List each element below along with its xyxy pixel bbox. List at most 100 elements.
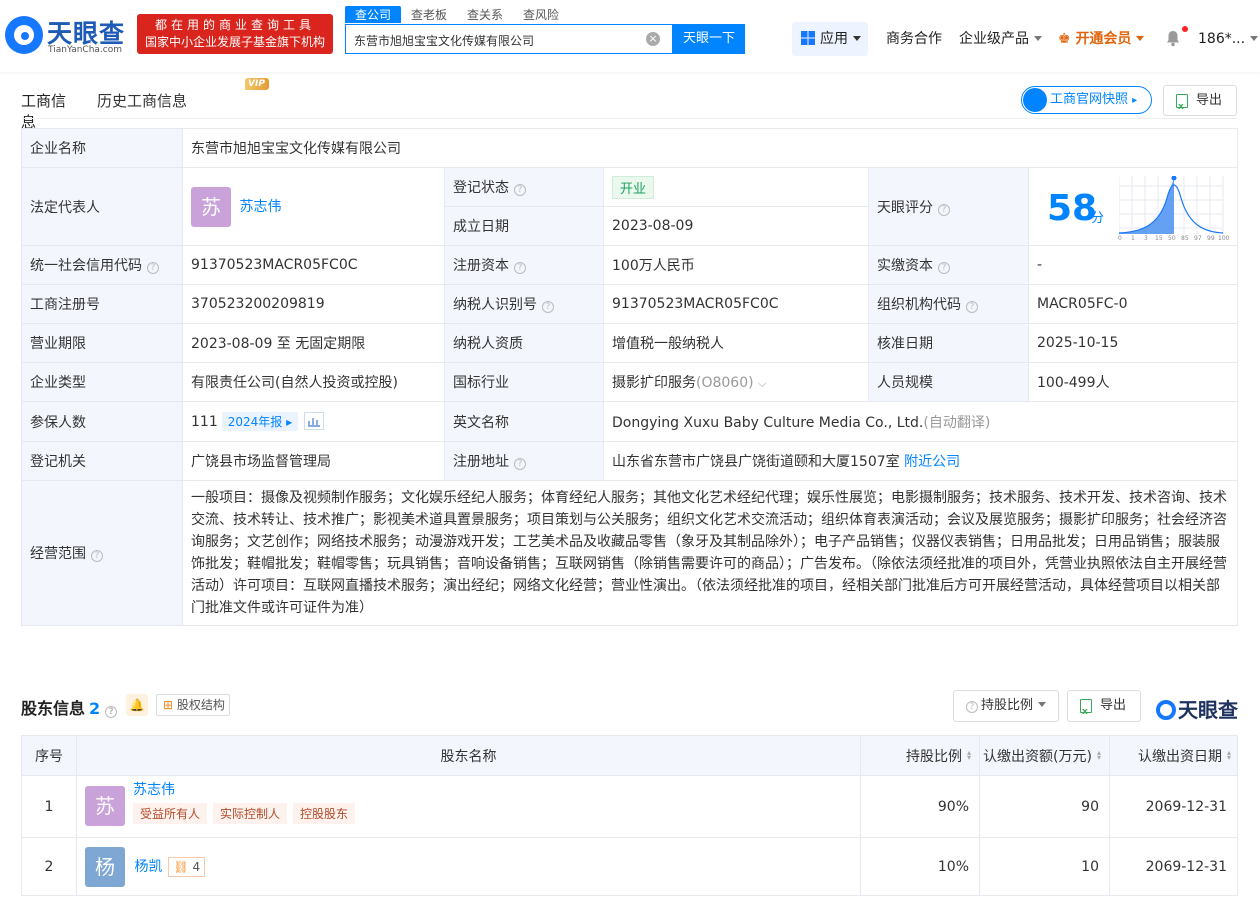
user-menu[interactable]: 186*... [1198, 22, 1259, 56]
equity-penetration-badge[interactable]: ⛓ 4 [168, 856, 206, 877]
excel-icon [1176, 93, 1188, 122]
score-value: 58 [1047, 188, 1098, 229]
trend-chart-icon[interactable] [304, 412, 325, 430]
help-icon[interactable]: ? [542, 301, 554, 313]
col-date[interactable]: 认缴出资日期 ▴ ▾ [1109, 735, 1238, 776]
business-term: 2023-08-09 至 无固定期限 [182, 323, 445, 363]
tianyancha-logo[interactable]: 天眼查 TianYanCha.com [5, 14, 131, 55]
help-icon[interactable]: ? [514, 262, 526, 274]
legal-rep-link[interactable]: 苏志伟 [239, 199, 281, 215]
sort-icon: ▴ ▾ [966, 747, 971, 762]
axis-tick: 99 [1207, 235, 1215, 242]
search-button[interactable]: 天眼一下 [673, 24, 745, 54]
industry-cell[interactable]: 摄影扩印服务(O8060) ⌵ [603, 362, 869, 402]
industry-label: 国标行业 [444, 362, 604, 402]
credit-code: 91370523MACR05FC0C [182, 245, 445, 285]
org-code: MACR05FC-0 [1027, 284, 1239, 324]
chevron-right-icon: ▸ [1132, 95, 1138, 106]
paid-capital-label-text: 实缴资本 [877, 258, 933, 274]
avatar[interactable]: 苏 [191, 186, 231, 227]
col-ratio[interactable]: 持股比例 ▴ ▾ [860, 735, 980, 776]
shareholder-cell: 杨 杨凯 ⛓ 4 [76, 837, 861, 896]
crown-icon: ♚ [1058, 31, 1071, 47]
chevron-down-icon [853, 36, 861, 41]
eye-logo-icon [1156, 700, 1176, 720]
tab-history-info[interactable]: 历史工商信息 VIP [97, 78, 269, 111]
shareholder-export-button[interactable]: 导出 [1067, 690, 1141, 727]
insured-count: 111 [191, 414, 218, 430]
brand-domain: TianYanCha.com [48, 45, 123, 55]
nav-business-cooperation[interactable]: 商务合作 [886, 22, 942, 56]
nav-enterprise-products[interactable]: 企业级产品 [959, 22, 1042, 56]
score-cell[interactable]: 58 分 0 1 3 15 50 85 97 99 100 [1027, 167, 1239, 246]
chevron-down-icon[interactable]: ⌵ [758, 377, 766, 390]
staff-size: 100-499人 [1027, 362, 1239, 402]
slogan-banner: 都在用的商业查询工具 国家中小企业发展子基金旗下机构 [137, 14, 333, 54]
avatar[interactable]: 苏 [85, 786, 125, 826]
monitor-bell-icon[interactable]: 🔔 [126, 694, 148, 716]
taxpayer-type-label: 纳税人资质 [444, 323, 604, 363]
equity-structure-button[interactable]: ⊞ 股权结构 [156, 694, 230, 716]
shareholder-name-link[interactable]: 杨凯 [134, 859, 162, 875]
clear-icon[interactable]: × [646, 32, 660, 46]
axis-tick: 0 [1118, 235, 1122, 242]
official-snapshot-button[interactable]: 工商官网快照 ▸ [1021, 86, 1152, 114]
paid-capital-label: 实缴资本? [868, 245, 1029, 285]
avatar[interactable]: 杨 [85, 846, 125, 887]
ratio-filter-dropdown[interactable]: ? 持股比例 [953, 690, 1059, 722]
company-type: 有限责任公司(自然人投资或控股) [182, 362, 445, 402]
reg-no-label: 工商注册号 [21, 284, 183, 324]
taxpayer-id: 91370523MACR05FC0C [603, 284, 869, 324]
paid-capital: - [1027, 245, 1239, 285]
export-button[interactable]: 导出 [1163, 85, 1237, 122]
help-icon[interactable]: ? [938, 203, 950, 216]
en-name: Dongying Xuxu Baby Culture Media Co., Lt… [612, 414, 924, 431]
row-no: 2 [21, 837, 77, 896]
amount-value: 10 [979, 837, 1110, 896]
shareholder-table: 序号 股东名称 持股比例 ▴ ▾ 认缴出资额(万元) ▴ ▾ 认缴出资日期 ▴ ▾ 1 苏 … [21, 735, 1238, 896]
search-input[interactable]: 东营市旭旭宝宝文化传媒有限公司 × [345, 24, 673, 54]
type-label: 企业类型 [21, 362, 183, 402]
watermark-text: 天眼查 [1178, 698, 1238, 722]
help-icon[interactable]: ? [147, 262, 159, 274]
bell-icon[interactable] [1165, 30, 1181, 47]
col-amount[interactable]: 认缴出资额(万元) ▴ ▾ [979, 735, 1110, 776]
export-label: 导出 [1100, 698, 1127, 713]
shareholder-title: 股东信息 [21, 699, 86, 718]
help-icon[interactable]: ? [966, 301, 978, 313]
snapshot-icon [1023, 88, 1047, 112]
sort-icon: ▴ ▾ [1096, 747, 1101, 762]
approve-date: 2025-10-15 [1027, 323, 1239, 363]
address-label: 注册地址? [444, 441, 604, 481]
credit-code-label: 统一社会信用代码? [21, 245, 183, 285]
help-icon[interactable]: ? [514, 458, 526, 470]
help-icon[interactable]: ? [938, 262, 950, 274]
date-value: 2069-12-31 [1109, 775, 1238, 838]
annual-report-link[interactable]: 2024年报 ▸ [221, 412, 299, 431]
org-code-label-text: 组织机构代码 [877, 297, 961, 313]
axis-tick: 85 [1181, 235, 1189, 242]
tab-search-risk[interactable]: 查风险 [513, 6, 569, 23]
apps-menu[interactable]: 应用 [792, 22, 868, 56]
shareholder-name-link[interactable]: 苏志伟 [133, 782, 175, 798]
business-scope: 一般项目：摄像及视频制作服务；文化娱乐经纪人服务；体育经纪人服务；其他文化艺术经… [181, 480, 1239, 626]
chevron-down-icon [1136, 36, 1145, 41]
tab-search-boss[interactable]: 查老板 [401, 6, 457, 23]
col-amount-label: 认缴出资额(万元) [983, 748, 1092, 765]
tab-search-company[interactable]: 查公司 [345, 6, 402, 23]
help-icon[interactable]: ? [91, 550, 103, 562]
help-icon[interactable]: ? [105, 706, 118, 718]
founded-label: 成立日期 [444, 206, 604, 246]
col-date-label: 认缴出资日期 [1138, 748, 1222, 765]
ratio-filter-label: 持股比例 [981, 698, 1034, 713]
slogan-line2: 国家中小企业发展子基金旗下机构 [144, 35, 325, 49]
help-icon[interactable]: ? [514, 184, 526, 196]
reg-authority: 广饶县市场监督管理局 [182, 441, 445, 481]
chevron-down-icon [1034, 36, 1042, 41]
nav-open-vip[interactable]: ♚ 开通会员 [1058, 22, 1145, 56]
tab-search-relation[interactable]: 查关系 [457, 6, 513, 23]
tab-history-label: 历史工商信息 [97, 92, 188, 110]
nearby-companies-link[interactable]: 附近公司 [904, 454, 960, 470]
amount-value: 90 [979, 775, 1110, 838]
reg-capital-label-text: 注册资本 [453, 258, 509, 274]
